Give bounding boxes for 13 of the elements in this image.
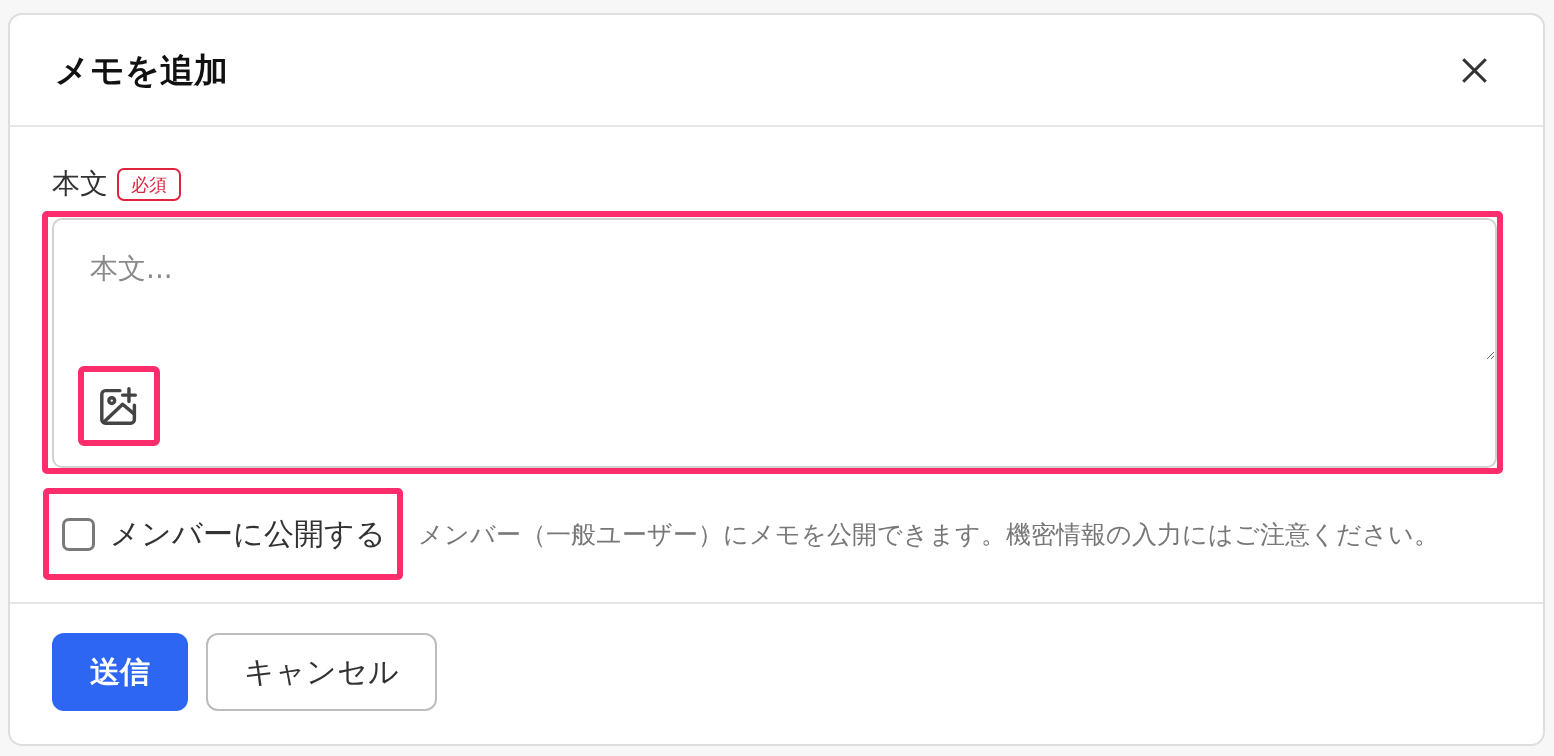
checkbox-label: メンバーに公開する [110, 514, 386, 553]
required-badge: 必須 [117, 167, 181, 201]
close-icon [1462, 57, 1487, 83]
field-label: 本文 [52, 166, 108, 202]
text-area[interactable]: 本文... [54, 220, 1495, 360]
image-add-icon [100, 387, 138, 425]
checkbox[interactable] [62, 517, 95, 551]
memo-input-field[interactable]: 本文... [52, 218, 1497, 468]
cancel-button[interactable]: キャンセル [206, 633, 437, 711]
add-image-button[interactable] [78, 366, 160, 446]
dialog-title: メモを追加 [55, 49, 228, 91]
submit-button[interactable]: 送信 [52, 633, 188, 711]
hint-text: メンバー（一般ユーザー）にメモを公開できます。機密情報の入力にはご注意ください。 [418, 518, 1439, 551]
